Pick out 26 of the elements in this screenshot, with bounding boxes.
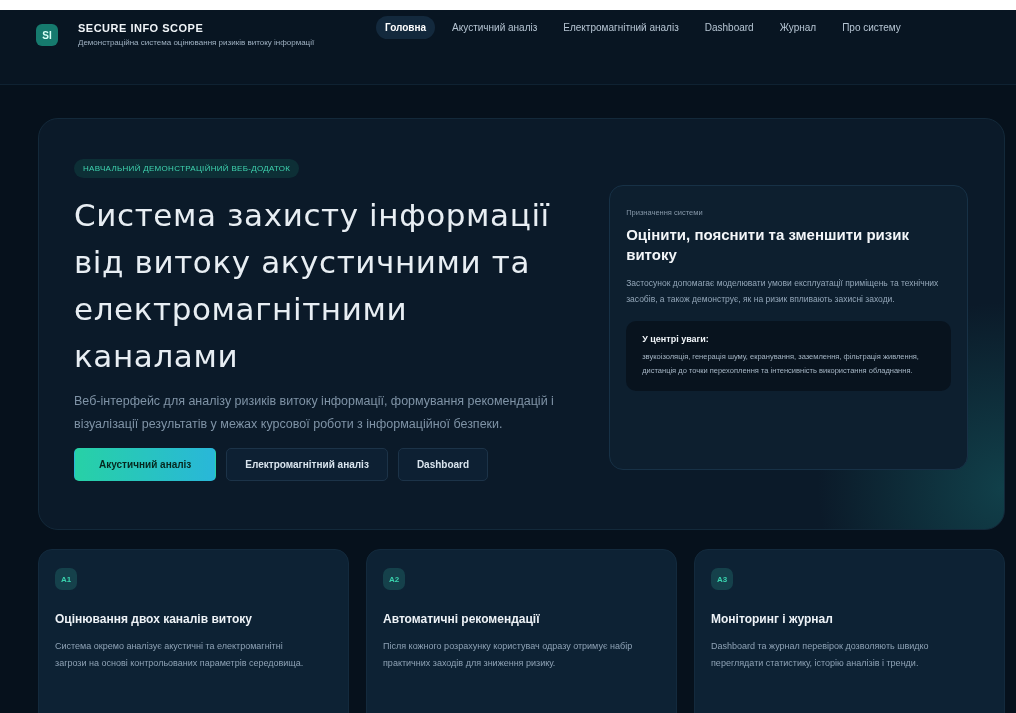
feature-badge: A2 [383, 568, 405, 590]
hero-heading: Система захисту інформації від витоку акустичними та електромагнітними каналами [74, 196, 551, 376]
tag-badge: НАВЧАЛЬНИЙ ДЕМОНСТРАЦІЙНИЙ ВЕБ-ДОДАТОК [74, 159, 300, 178]
feature-badge: A1 [55, 568, 77, 590]
action-button[interactable]: Акустичний аналіз [74, 448, 217, 481]
feature-title: Автоматичні рекомендації [383, 612, 541, 626]
nav-link[interactable]: Акустичний аналіз [443, 16, 547, 39]
nav-link[interactable]: Головна [376, 16, 436, 39]
nav-link[interactable]: Електромагнітний аналіз [554, 16, 688, 39]
nav-link[interactable]: Dashboard [695, 16, 763, 39]
action-button[interactable]: Dashboard [397, 448, 489, 481]
nav-link[interactable]: Журнал [770, 16, 826, 39]
focus-heading: У центрі уваги: [642, 334, 710, 344]
feature-title: Оцінювання двох каналів витоку [55, 612, 253, 626]
logo-badge: SI [36, 24, 58, 47]
card-text: Застосунок допомагає моделювати умови експлуатації приміщень та технічних засобів, а також демонструє, як на ризик впливають захисні заходи. [626, 277, 940, 306]
nav-link[interactable]: Про систему [833, 16, 910, 39]
hero-description: Веб-інтерфейс для аналізу ризиків витоку інформації, формування рекомендацій і візуалізації результатів у межах курсової роботи з інформаційної безпеки. [74, 393, 555, 433]
feature-text: Після кожного розрахунку користувач одразу отримує набір практичних заходів для зниження ризику. [383, 640, 634, 670]
app-subtitle: Демонстраційна система оцінювання ризиків витоку інформації [78, 37, 315, 49]
feature-title: Моніторинг і журнал [711, 612, 834, 626]
feature-text: Система окремо аналізує акустичні та електромагнітні загрози на основі контрольованих параметрів середовища. [55, 640, 305, 670]
action-button[interactable]: Електромагнітний аналіз [226, 448, 388, 481]
feature-badge: A3 [711, 568, 733, 590]
card-heading: Оцінити, пояснити та зменшити ризик витоку [626, 225, 910, 265]
app-title: SECURE INFO SCOPE [78, 22, 205, 34]
